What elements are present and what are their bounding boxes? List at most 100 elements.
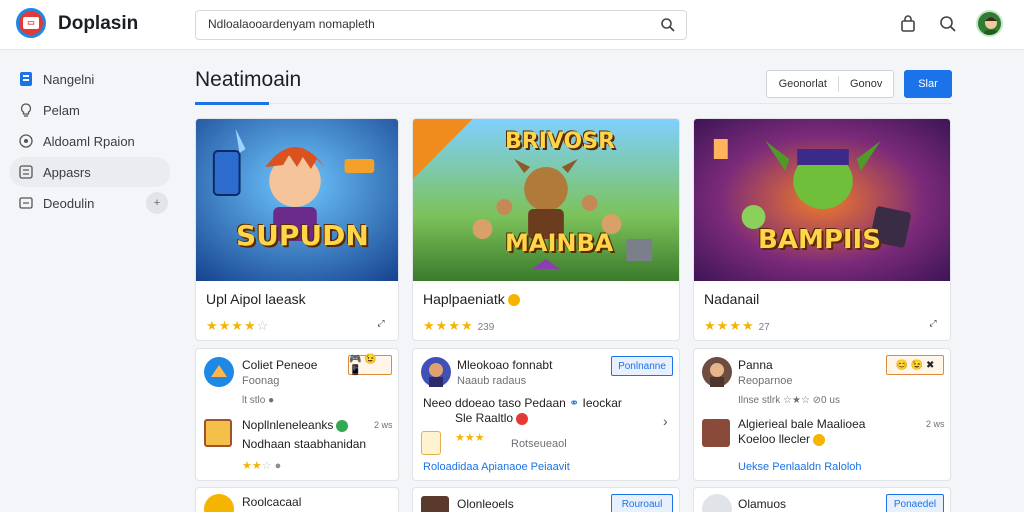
list-title: Olamuos [738,497,787,511]
list-title: Olonleoels [457,497,514,511]
search-icon[interactable] [938,14,958,34]
avatar[interactable] [976,10,1003,37]
apps-icon [18,164,34,180]
box-icon [18,195,34,211]
game-thumbnail[interactable] [421,496,449,512]
star-rating: ★★☆ ● [242,460,282,472]
tag-badge[interactable]: Ponaedel [886,494,944,512]
search-input[interactable] [208,17,648,31]
primary-button[interactable]: Slar [904,70,952,98]
logo-icon[interactable]: ▭ [16,8,46,38]
list-title: Panna [738,358,773,372]
item-subtitle: Nodhaan staabhanidan [242,437,367,451]
list-card: Coliet Peneoe Foonag 🎮 😉 📱 lt stlo ● Nop… [195,348,399,481]
info-icon: ● [268,395,275,406]
featured-card[interactable]: BAMPIIS ⤢ Nadanail ★★★★ 27 [693,118,951,341]
featured-card[interactable]: SUPUDN ⤢ Upl Aipol laeask ★★★★☆ [195,118,399,341]
item-title: Algierieal bale Maalioea [738,417,866,431]
bulb-icon [18,102,34,118]
button-group: Geonorlat Gonov [766,70,894,98]
page-icon [18,71,34,87]
emoji-icon [813,433,826,446]
expand-icon[interactable]: ⤢ [924,314,942,332]
sidebar-item-label: Aldoaml Rpaion [43,133,135,149]
art-title: BRIVOSR [505,129,616,154]
sidebar-item-label: Appasrs [43,164,91,180]
list-subtitle: Foonag [242,375,280,387]
list-title: Mleokoao fonnabt [457,358,553,372]
sidebar-item-label: Nangelni [43,71,95,87]
game-name: Upl Aipol laeask [206,291,306,307]
sidebar-item-pelam[interactable]: Pelam [10,95,170,125]
avatar[interactable] [421,357,451,387]
gonov-button[interactable]: Gonov [839,71,893,97]
game-art [196,119,398,281]
game-thumbnail[interactable] [421,431,441,455]
app-title: Doplasin [58,13,139,34]
item-title: Neeo ddoeao taso Pedaan ⚭ Ieockar [423,396,622,410]
bag-icon[interactable] [898,14,918,34]
sidebar-item-aldoaml[interactable]: Aldoaml Rpaion [10,126,170,156]
list-card: Mleokoao fonnabt Naaub radaus Ponlnanne … [412,348,680,481]
featured-card[interactable]: BRIVOSR MAINBA Haplpaeniatk ★★★★ 239 [412,118,680,341]
list-card: Panna Reoparnoe 😊 😉 ✖ Ilnse stlrk ☆★☆ ⊘0… [693,348,951,481]
link-row[interactable]: Roloadidaa Apianaoe Peiaavit [423,461,570,473]
item-side: 2 ws [926,419,945,429]
check-icon [336,419,349,432]
avatar[interactable] [204,357,234,387]
expand-icon[interactable]: ⤢ [372,314,390,332]
page-title: Neatimoain [195,68,302,91]
item-subtitle: Koeloo llecler [738,432,826,446]
art-subtitle: MAINBA [505,229,614,257]
geonorlat-button[interactable]: Geonorlat [767,71,838,97]
tag-badge[interactable]: Ponlnanne [611,356,673,376]
link-icon: ⚭ [569,396,580,410]
star-rating: ★★★★☆ [206,318,270,333]
sidebar-item-nangelni[interactable]: Nangelni [10,64,170,94]
link-row[interactable]: Uekse Penlaaldn Raloloh [738,461,862,473]
star-rating: ★★★★ 239 [423,318,495,333]
item-subtitle: Sle Raaltlo [455,411,529,425]
game-name: Haplpaeniatk [423,291,520,307]
search-box[interactable] [195,10,687,40]
item-meta: Rotseueaol [511,438,567,450]
art-title: BAMPIIS [758,225,881,255]
game-thumbnail[interactable] [204,419,232,447]
list-card: Roolcacaal [195,487,399,512]
list-meta: lt stlo ● [242,395,275,406]
search-icon[interactable] [660,17,676,33]
list-subtitle: Reoparnoe [738,375,793,387]
item-title: Nopllnleneleanks [242,418,349,432]
sidebar-item-label: Pelam [43,102,80,118]
alert-icon [516,412,529,425]
badge-icon [507,294,520,307]
list-title: Roolcacaal [242,495,302,509]
game-thumbnail[interactable] [702,419,730,447]
sidebar-item-label: Deodulin [43,195,95,211]
star-rating: ★★★ [455,432,485,444]
sidebar: Nangelni Pelam Aldoaml Rpaion Appasrs De… [10,64,170,219]
avatar[interactable] [204,494,234,512]
star-rating: ★★★★ 27 [704,318,770,333]
compass-icon [18,133,34,149]
list-meta: Ilnse stlrk ☆★☆ ⊘0 us [738,395,840,406]
list-card: Olamuos Ponaedel [693,487,951,512]
tag-badge[interactable]: 🎮 😉 📱 [348,354,392,376]
tab-indicator [195,102,269,105]
art-title: SUPUDN [236,219,369,252]
rating-count: 27 [758,322,770,333]
game-art [694,119,950,281]
chevron-right-icon[interactable]: › [663,413,668,429]
avatar[interactable] [702,494,732,512]
tag-badge[interactable]: 😊 😉 ✖ [886,355,944,375]
list-subtitle: Naaub radaus [457,375,527,387]
top-bar: ▭ Doplasin [0,0,1024,50]
sidebar-item-deodulin[interactable]: Deodulin + [10,188,170,218]
info-icon: ● [274,460,282,472]
tag-badge[interactable]: Rouroaul [611,494,673,512]
add-button[interactable]: + [146,192,168,214]
avatar[interactable] [702,357,732,387]
rating-count: 239 [477,322,495,333]
sidebar-item-appasrs[interactable]: Appasrs [10,157,170,187]
list-card: Olonleoels Rouroaul [412,487,680,512]
